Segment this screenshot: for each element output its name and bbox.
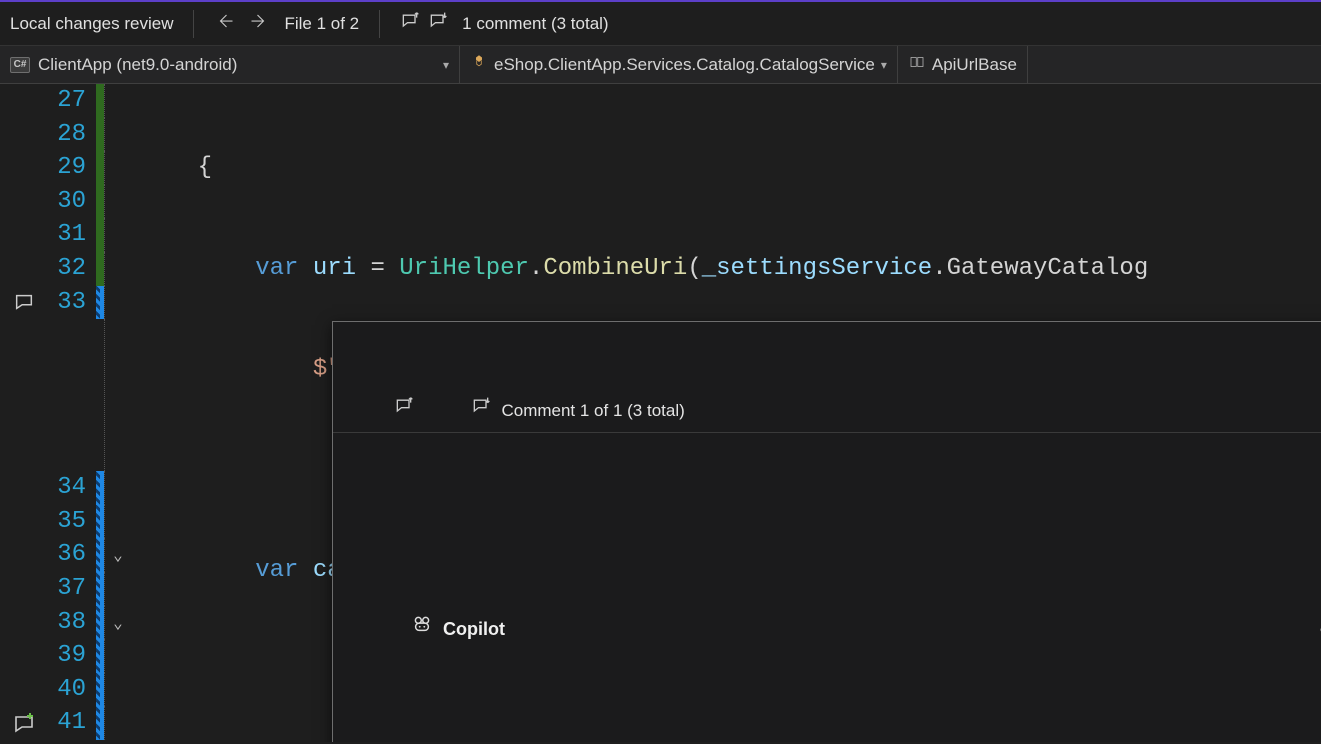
popup-header: Comment 1 of 1 (3 total)	[333, 389, 1321, 433]
file-position: File 1 of 2	[284, 14, 359, 34]
popup-author-label: Copilot	[443, 613, 505, 647]
line-number: 28	[48, 118, 86, 152]
line-number: 39	[48, 639, 86, 673]
code-text-area[interactable]: { var uri = UriHelper.CombineUri(_settin…	[132, 84, 1321, 742]
dropdown-caret-icon: ▾	[443, 58, 449, 72]
inline-comment-popup: Comment 1 of 1 (3 total) Copilot ••• Usi…	[332, 321, 1321, 742]
csharp-project-icon: C#	[10, 57, 30, 73]
breadcrumb-bar: C# ClientApp (net9.0-android) ▾ eShop.Cl…	[0, 46, 1321, 84]
line-number: 34	[48, 471, 86, 505]
prev-comment-button[interactable]	[400, 11, 420, 36]
comment-marker-icon[interactable]	[0, 286, 48, 320]
top-review-bar: Local changes review File 1 of 2 1 comme…	[0, 2, 1321, 46]
line-number: 37	[48, 572, 86, 606]
line-number-gutter: 27 28 29 30 31 32 33 34 35 36 37 38 39 4…	[48, 84, 96, 742]
breadcrumb-member-label: ApiUrlBase	[932, 55, 1017, 75]
change-indicator-gutter	[96, 84, 104, 742]
next-comment-icon[interactable]	[424, 360, 491, 461]
line-number: 32	[48, 252, 86, 286]
separator	[379, 10, 380, 38]
property-icon	[908, 53, 926, 76]
line-number: 31	[48, 218, 86, 252]
line-number: 30	[48, 185, 86, 219]
fold-gutter: ⌄ ⌄	[104, 84, 132, 742]
fold-chevron-icon[interactable]: ⌄	[113, 538, 123, 572]
add-comment-icon[interactable]	[0, 706, 48, 740]
line-number: 41	[48, 706, 86, 740]
breadcrumb-project[interactable]: C# ClientApp (net9.0-android) ▾	[0, 46, 460, 83]
line-number: 27	[48, 84, 86, 118]
class-icon	[470, 53, 488, 76]
line-number: 38	[48, 606, 86, 640]
line-number: 40	[48, 673, 86, 707]
review-title: Local changes review	[10, 14, 173, 34]
editor: 27 28 29 30 31 32 33 34 35 36 37 38 39 4…	[0, 84, 1321, 742]
next-comment-button[interactable]	[428, 11, 448, 36]
collapse-chevron-icon[interactable]	[1280, 360, 1321, 461]
line-number: 36	[48, 538, 86, 572]
popup-header-label: Comment 1 of 1 (3 total)	[501, 394, 684, 428]
prev-file-button[interactable]	[214, 12, 236, 35]
line-number: 35	[48, 505, 86, 539]
breadcrumb-member[interactable]: ApiUrlBase	[898, 46, 1028, 83]
breadcrumb-namespace[interactable]: eShop.ClientApp.Services.Catalog.Catalog…	[460, 46, 898, 83]
comments-summary: 1 comment (3 total)	[462, 14, 608, 34]
breadcrumb-project-label: ClientApp (net9.0-android)	[38, 55, 237, 75]
prev-comment-icon[interactable]	[347, 360, 414, 461]
breadcrumb-namespace-label: eShop.ClientApp.Services.Catalog.Catalog…	[494, 55, 875, 75]
line-number: 29	[48, 151, 86, 185]
next-file-button[interactable]	[248, 12, 270, 35]
separator	[193, 10, 194, 38]
dropdown-caret-icon: ▾	[881, 58, 887, 72]
line-number: 33	[48, 286, 86, 320]
fold-chevron-icon[interactable]: ⌄	[113, 606, 123, 640]
margin-gutter	[0, 84, 48, 742]
copilot-icon	[351, 580, 433, 681]
